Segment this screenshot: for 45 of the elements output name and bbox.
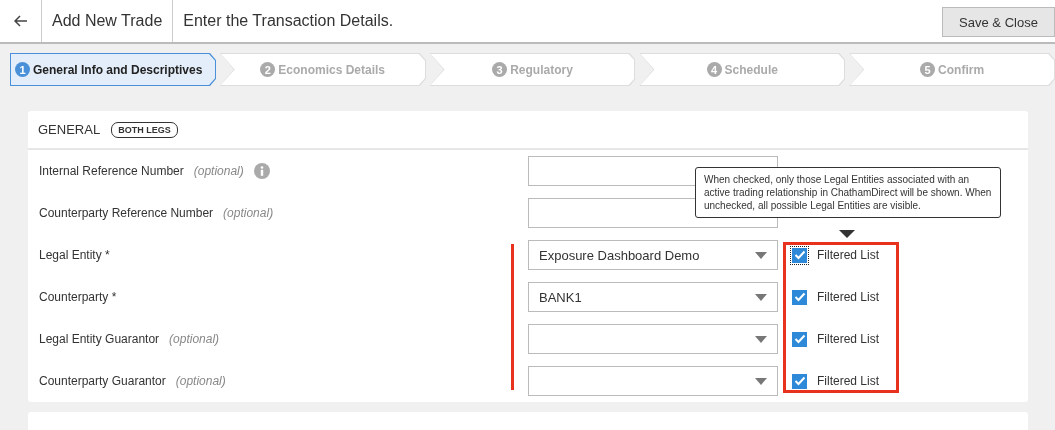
- field-label: Counterparty *: [39, 290, 117, 304]
- optional-hint: (optional): [175, 374, 226, 388]
- caret-icon: [755, 335, 767, 343]
- step-label: Schedule: [724, 62, 778, 77]
- both-legs-tag: BOTH LEGS: [111, 121, 178, 138]
- field-label: Legal Entity *: [39, 248, 110, 262]
- dropdown-field[interactable]: [528, 324, 778, 354]
- checkbox[interactable]: [792, 373, 807, 389]
- caret-icon: [755, 251, 767, 259]
- section-title: GENERAL: [38, 122, 101, 137]
- step-number: 4: [706, 62, 722, 77]
- save-close-button[interactable]: Save & Close: [942, 7, 1055, 37]
- caret-icon: [755, 377, 767, 385]
- step-number: 5: [920, 62, 936, 77]
- page-title: Add New Trade: [42, 0, 174, 42]
- dropdown-field[interactable]: [528, 366, 778, 396]
- step-label: Regulatory: [510, 62, 573, 77]
- checkbox[interactable]: [792, 331, 807, 347]
- page-subtitle: Enter the Transaction Details.: [182, 11, 395, 31]
- step-tab[interactable]: 1 General Info and Descriptives: [10, 53, 216, 86]
- tooltip: When checked, only those Legal Entities associated with an active trading relationship in ChathamDirect will be shown. When unchecked, all possible Legal Entities are visible.: [695, 167, 1001, 218]
- step-label: General Info and Descriptives: [33, 62, 203, 77]
- step-number: 3: [492, 62, 508, 77]
- field-label: Internal Reference Number: [39, 164, 184, 178]
- checkbox[interactable]: [792, 289, 807, 305]
- tooltip-pointer: [839, 230, 855, 238]
- dropdown-field[interactable]: BANK1: [528, 282, 778, 312]
- dropdown-field[interactable]: Exposure Dashboard Demo: [528, 240, 778, 270]
- step-label: Confirm: [938, 62, 985, 77]
- optional-hint: (optional): [223, 206, 274, 220]
- field-label: Counterparty Reference Number: [39, 206, 214, 220]
- step-number: 1: [15, 62, 30, 77]
- field-label: Counterparty Guarantor: [39, 374, 166, 388]
- caret-icon: [755, 293, 767, 301]
- field-label: Legal Entity Guarantor: [39, 332, 160, 346]
- optional-hint: (optional): [193, 164, 244, 178]
- info-icon[interactable]: [253, 163, 270, 179]
- checkbox-label: Filtered List: [817, 290, 880, 304]
- step-number: 2: [260, 62, 276, 77]
- checkbox-label: Filtered List: [817, 332, 880, 346]
- checkbox-label: Filtered List: [817, 248, 880, 262]
- checkbox-label: Filtered List: [817, 374, 880, 388]
- back-arrow-icon: [13, 15, 28, 27]
- step-label: Economics Details: [278, 62, 386, 77]
- optional-hint: (optional): [169, 332, 220, 346]
